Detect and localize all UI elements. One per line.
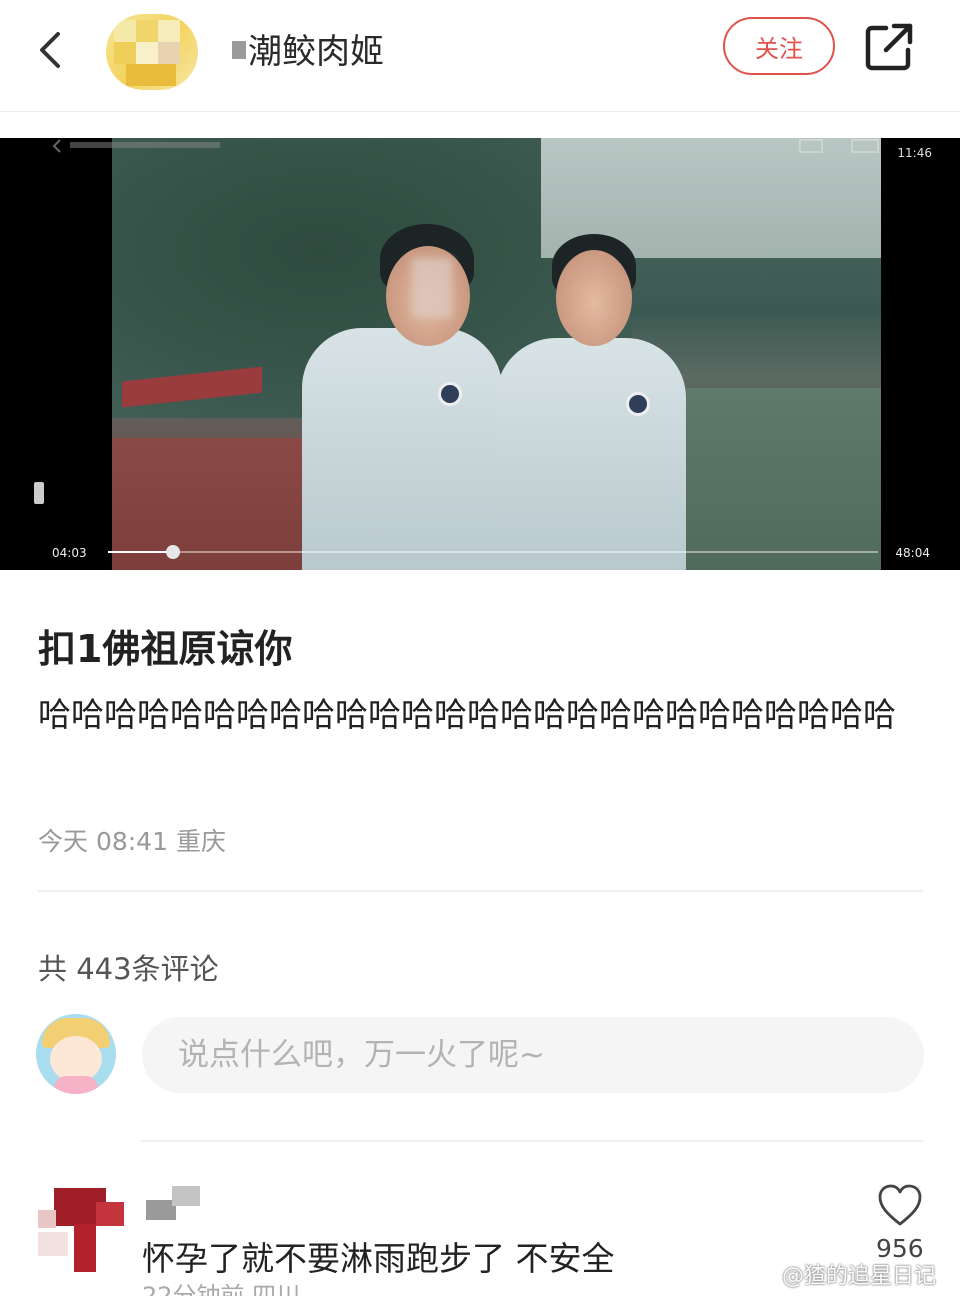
post-meta: 今天 08:41 重庆 <box>38 827 226 856</box>
divider <box>140 1140 924 1142</box>
commenter-avatar[interactable] <box>38 1188 128 1272</box>
top-bar: 潮鲛肉姬 关注 <box>0 0 960 112</box>
video-frame <box>112 138 881 570</box>
post-title: 扣1佛祖原谅你 <box>38 627 293 671</box>
video-top-controls <box>52 139 220 153</box>
progress-fill <box>108 551 173 553</box>
my-avatar <box>36 1014 116 1094</box>
share-out-icon[interactable] <box>862 20 916 74</box>
author-name-text: 潮鲛肉姬 <box>248 32 384 72</box>
progress-bar[interactable] <box>108 545 878 559</box>
current-time: 04:03 <box>52 546 87 560</box>
watermark: @猹的追星日记 <box>756 1258 936 1290</box>
post-body: 哈哈哈哈哈哈哈哈哈哈哈哈哈哈哈哈哈哈哈哈哈哈哈哈哈哈 <box>38 695 896 734</box>
total-time: 48:04 <box>895 546 930 560</box>
video-clock: 11:46 <box>897 146 932 160</box>
follow-button[interactable]: 关注 <box>723 17 835 75</box>
comment-time: 22分钟前 四川 <box>142 1282 301 1296</box>
comment-text: 怀孕了就不要淋雨跑步了 不安全 <box>142 1239 615 1278</box>
watermark-text: @猹的追星日记 <box>782 1264 937 1289</box>
lock-screen-icon[interactable] <box>34 482 44 504</box>
name-redaction <box>232 41 246 59</box>
comment-count: 共 443条评论 <box>38 952 219 986</box>
author-name[interactable]: 潮鲛肉姬 <box>232 24 384 73</box>
heart-outline-icon[interactable] <box>876 1182 924 1228</box>
comment-input[interactable] <box>142 1017 924 1093</box>
progress-knob[interactable] <box>165 545 180 559</box>
author-avatar[interactable] <box>106 14 198 90</box>
weibo-icon <box>756 1271 776 1285</box>
commenter-name[interactable] <box>146 1186 202 1222</box>
chevron-left-icon[interactable] <box>28 28 72 72</box>
divider <box>38 890 923 892</box>
video-player[interactable]: 11:46 04:03 48:04 <box>0 138 960 570</box>
video-settings-icons[interactable] <box>796 138 886 156</box>
